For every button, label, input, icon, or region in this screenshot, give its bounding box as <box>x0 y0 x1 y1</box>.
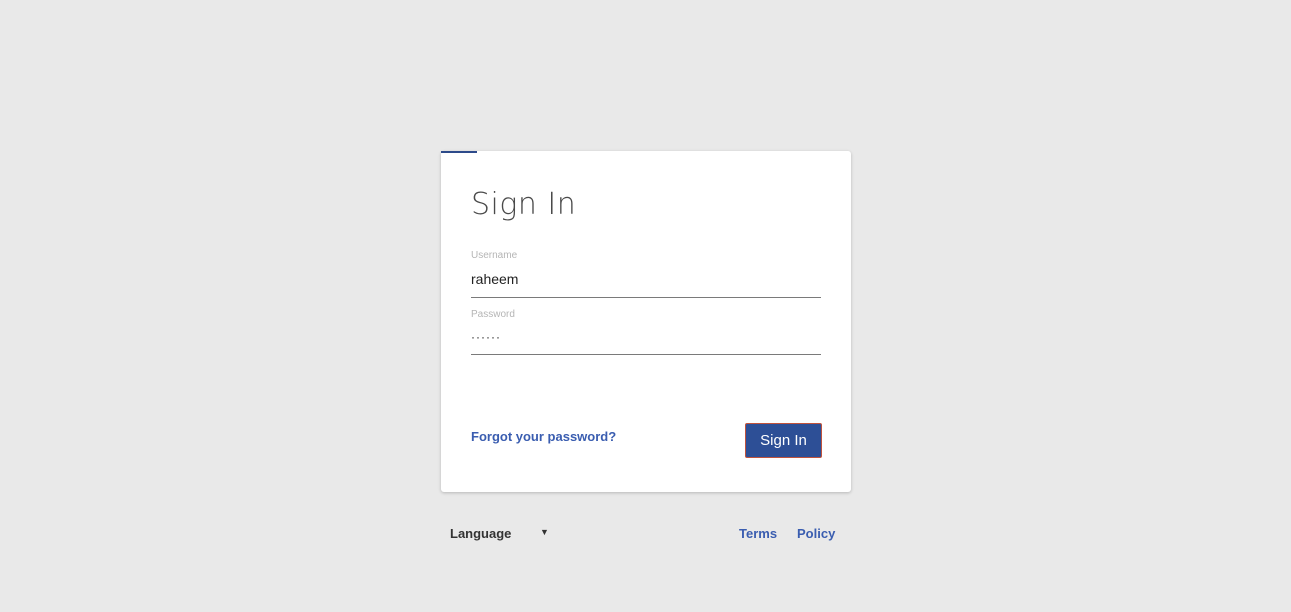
username-input[interactable] <box>471 264 821 298</box>
password-input[interactable] <box>471 323 821 355</box>
policy-link[interactable]: Policy <box>797 526 835 541</box>
forgot-password-link[interactable]: Forgot your password? <box>471 429 616 444</box>
login-page: Sign In Username Password Forgot your pa… <box>0 0 1291 612</box>
sign-in-button[interactable]: Sign In <box>745 423 822 458</box>
page-title: Sign In <box>471 187 577 222</box>
terms-link[interactable]: Terms <box>739 526 777 541</box>
username-field-group: Username <box>471 249 821 298</box>
password-label: Password <box>471 309 515 320</box>
language-label: Language <box>450 526 512 541</box>
language-selector[interactable]: Language ▼ <box>450 524 549 544</box>
card-accent-bar <box>441 151 477 153</box>
sign-in-card: Sign In Username Password Forgot your pa… <box>441 151 851 492</box>
chevron-down-icon: ▼ <box>540 527 549 537</box>
password-field-group: Password <box>471 308 821 355</box>
footer: Language ▼ Terms Policy <box>441 524 851 546</box>
username-label: Username <box>471 250 518 261</box>
